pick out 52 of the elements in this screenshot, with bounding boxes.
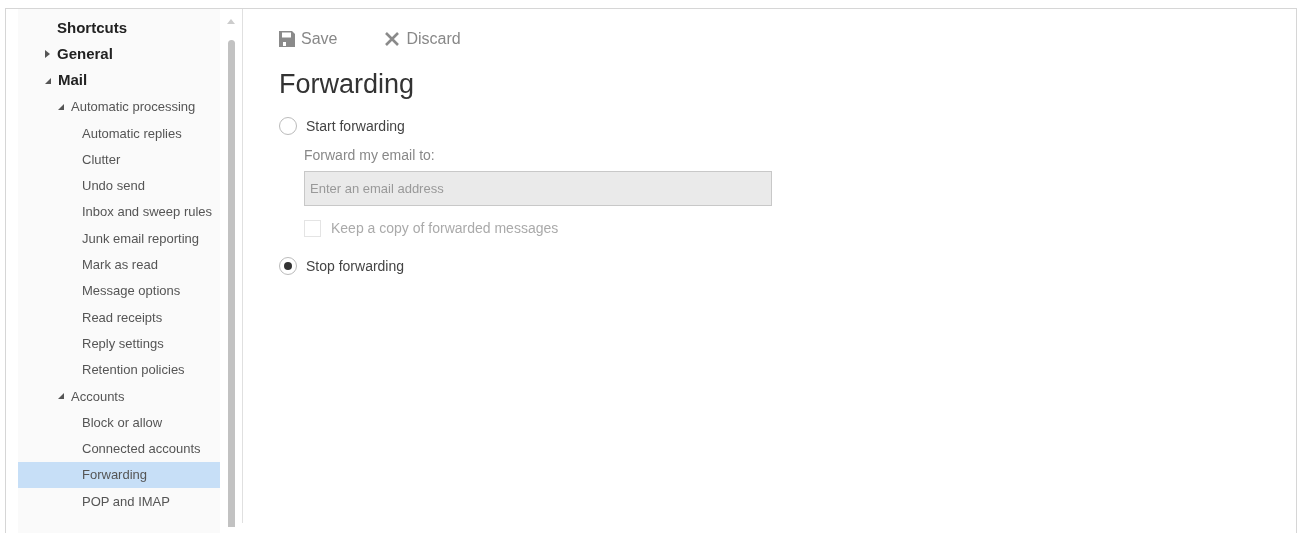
sidebar-item[interactable]: Reply settings xyxy=(18,330,220,357)
sidebar-item[interactable]: Automatic replies xyxy=(18,120,220,147)
sidebar-item-label: Forwarding xyxy=(82,466,148,485)
collapsed-arrow-icon[interactable] xyxy=(45,50,50,59)
discard-button[interactable]: Discard xyxy=(385,27,461,51)
sidebar-item-label: POP and IMAP xyxy=(82,492,170,511)
sidebar-item-label: Automatic replies xyxy=(82,124,182,143)
sidebar-item-label: Read receipts xyxy=(82,308,163,327)
sidebar-item[interactable]: Mail xyxy=(18,67,220,94)
sidebar-item[interactable]: Message options xyxy=(18,277,220,305)
sidebar-item[interactable]: Clutter xyxy=(18,146,220,173)
save-button[interactable]: Save xyxy=(279,27,338,51)
radio-label: Start forwarding xyxy=(306,116,405,136)
sidebar-item[interactable]: Undo send xyxy=(18,172,220,200)
sidebar-item[interactable]: Block or allow xyxy=(18,409,220,436)
sidebar-item-label: Junk email reporting xyxy=(82,229,200,248)
sidebar-item[interactable]: General xyxy=(18,41,220,68)
sidebar-item-label: Accounts xyxy=(71,387,125,406)
radio-label: Stop forwarding xyxy=(306,256,405,276)
sidebar-item-label: Automatic processing xyxy=(71,98,196,117)
expanded-arrow-icon[interactable] xyxy=(45,77,51,84)
sidebar-item[interactable]: Inbox and sweep rules xyxy=(18,199,220,226)
sidebar-item-label: Message options xyxy=(82,282,181,301)
sidebar-item[interactable]: Shortcuts xyxy=(18,15,220,42)
sidebar-item[interactable]: Accounts xyxy=(18,383,220,410)
sidebar-item[interactable]: Automatic processing xyxy=(18,93,220,121)
field-label: Forward my email to: xyxy=(304,146,436,165)
sidebar-item-label: Retention policies xyxy=(82,361,185,380)
sidebar-item[interactable]: Junk email reporting xyxy=(18,225,220,252)
close-icon xyxy=(385,32,400,46)
checkbox-label: Keep a copy of forwarded messages xyxy=(331,219,559,238)
sidebar-item[interactable]: POP and IMAP xyxy=(18,488,220,515)
sidebar-item-label: Mark as read xyxy=(82,256,158,275)
sidebar-item-label: General xyxy=(57,44,113,65)
sidebar-item-label: Clutter xyxy=(82,150,121,169)
sidebar-item-label: Mail xyxy=(58,70,88,91)
sidebar-item-label: Block or allow xyxy=(82,413,163,432)
sidebar-item[interactable]: Connected accounts xyxy=(18,435,220,463)
expanded-arrow-icon[interactable] xyxy=(58,104,64,111)
sidebar-item-label: Undo send xyxy=(82,177,145,196)
sidebar-item[interactable]: Read receipts xyxy=(18,304,220,331)
sidebar-item[interactable]: Mark as read xyxy=(18,251,220,278)
sidebar-item-label: Reply settings xyxy=(82,334,164,353)
sidebar-item[interactable]: Forwarding xyxy=(18,462,220,489)
save-icon xyxy=(279,31,295,47)
expanded-arrow-icon[interactable] xyxy=(58,393,64,400)
sidebar-item-label: Connected accounts xyxy=(82,440,201,459)
sidebar-item-label: Inbox and sweep rules xyxy=(82,203,213,222)
sidebar-item-label: Shortcuts xyxy=(57,17,127,38)
sidebar-item[interactable]: Retention policies xyxy=(18,356,220,384)
page-title: Forwarding xyxy=(279,68,416,101)
scrollbar-thumb[interactable] xyxy=(227,40,235,527)
